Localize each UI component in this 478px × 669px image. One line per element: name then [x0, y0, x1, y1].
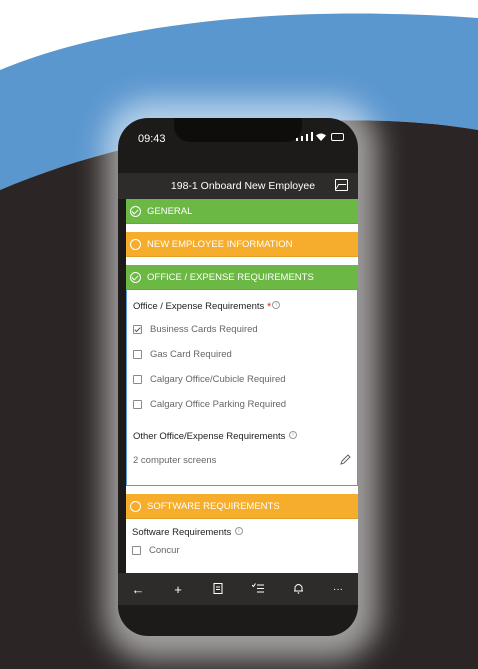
battery-icon	[331, 133, 344, 141]
image-icon[interactable]	[335, 179, 348, 191]
checkbox-row[interactable]: Business Cards Required	[133, 317, 351, 342]
signal-icon	[296, 138, 298, 141]
section-label: OFFICE / EXPENSE REQUIREMENTS	[147, 271, 314, 283]
checkbox-label: Concur	[149, 545, 180, 556]
checkbox-row[interactable]: Concur	[132, 538, 352, 563]
field-label-software: Software Requirements i	[132, 527, 352, 538]
checkbox-concur[interactable]	[132, 546, 141, 555]
clipboard-icon[interactable]	[208, 582, 228, 597]
bottom-toolbar: ← + ···	[118, 573, 358, 605]
other-requirements-value: 2 computer screens	[133, 454, 217, 466]
checkbox-row[interactable]: Calgary Office/Cubicle Required	[133, 367, 351, 392]
phone-notch	[174, 118, 302, 142]
checkbox-business-cards[interactable]	[133, 325, 142, 334]
info-icon[interactable]: i	[272, 301, 281, 309]
check-circle-icon	[130, 205, 141, 217]
back-arrow-icon[interactable]: ←	[128, 582, 148, 597]
section-new-employee-information[interactable]: NEW EMPLOYEE INFORMATION	[126, 232, 358, 257]
other-requirements-value-row[interactable]: 2 computer screens	[133, 454, 351, 466]
page-title: 198-1 Onboard New Employee	[170, 180, 316, 192]
wifi-icon	[316, 133, 326, 141]
signal-icon	[301, 136, 303, 141]
signal-icon	[311, 132, 313, 141]
checkbox-label: Calgary Office Parking Required	[150, 399, 287, 410]
field-label-office-expense: Office / Expense Requirements * i	[133, 301, 351, 313]
section-label: NEW EMPLOYEE INFORMATION	[147, 238, 293, 250]
section-label: GENERAL	[147, 205, 193, 217]
app-bar: 198-1 Onboard New Employee	[118, 173, 358, 199]
section-software-requirements[interactable]: SOFTWARE REQUIREMENTS	[126, 494, 358, 519]
circle-icon	[130, 238, 141, 250]
checkbox-calgary-parking[interactable]	[133, 400, 142, 409]
bell-icon[interactable]	[288, 582, 308, 597]
phone-frame: 09:43 198-1 Onboard New Employee GENERAL…	[118, 118, 358, 636]
checkbox-label: Business Cards Required	[150, 324, 258, 335]
checklist-icon[interactable]	[248, 582, 268, 597]
info-icon[interactable]: i	[234, 527, 243, 535]
more-icon[interactable]: ···	[328, 584, 348, 595]
info-icon[interactable]: i	[289, 431, 298, 439]
field-label-other-office-expense: Other Office/Expense Requirements i	[133, 431, 351, 442]
circle-icon	[130, 500, 141, 512]
status-icons	[296, 132, 344, 141]
add-icon[interactable]: +	[168, 582, 188, 597]
check-circle-icon	[130, 271, 141, 283]
checkbox-gas-card[interactable]	[133, 350, 142, 359]
status-time: 09:43	[138, 133, 166, 145]
checkbox-row[interactable]: Calgary Office Parking Required	[133, 392, 351, 417]
checkbox-row[interactable]: Gas Card Required	[133, 342, 351, 367]
signal-icon	[306, 134, 308, 141]
section-general[interactable]: GENERAL	[126, 199, 358, 224]
form-content[interactable]: GENERAL NEW EMPLOYEE INFORMATION OFFICE …	[126, 199, 358, 573]
checkbox-label: Gas Card Required	[150, 349, 232, 360]
section-label: SOFTWARE REQUIREMENTS	[147, 500, 280, 512]
required-marker: *	[266, 301, 272, 313]
section-office-expense[interactable]: OFFICE / EXPENSE REQUIREMENTS	[126, 265, 358, 290]
office-expense-panel: Office / Expense Requirements * i Busines…	[126, 290, 358, 486]
pencil-icon[interactable]	[339, 454, 351, 466]
checkbox-label: Calgary Office/Cubicle Required	[150, 374, 286, 385]
checkbox-calgary-office[interactable]	[133, 375, 142, 384]
